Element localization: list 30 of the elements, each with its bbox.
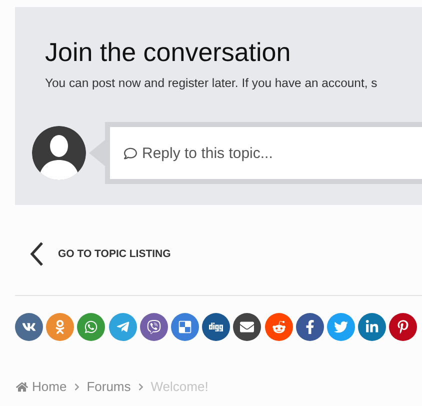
back-link[interactable]: GO TO TOPIC LISTING — [30, 241, 171, 267]
bird-icon — [334, 320, 348, 334]
linkedin-icon — [365, 320, 380, 334]
share-button[interactable] — [389, 313, 418, 341]
panel-title: Join the conversation — [45, 37, 291, 67]
reply-field[interactable]: Reply to this topic... — [105, 122, 422, 184]
avatar-icon — [32, 126, 86, 180]
share-button[interactable] — [202, 313, 230, 341]
pin-icon — [396, 320, 410, 334]
share-button[interactable] — [296, 313, 324, 341]
chevron-left-icon — [30, 241, 44, 267]
share-button[interactable] — [233, 313, 262, 341]
squares-icon — [178, 320, 192, 334]
breadcrumb-link[interactable]: Forums — [86, 379, 131, 394]
chevron-right-icon — [136, 382, 145, 390]
share-button[interactable] — [140, 313, 168, 341]
paper-plane-icon — [116, 320, 130, 334]
phone-icon — [146, 320, 161, 334]
alien-icon — [272, 320, 286, 334]
breadcrumb-link[interactable]: Home — [16, 379, 67, 394]
envelope-icon — [240, 320, 254, 334]
chevron-right-icon — [72, 382, 81, 390]
phone-bubble-icon — [84, 320, 98, 334]
comment-icon — [124, 146, 137, 160]
vk-logo-icon — [22, 320, 36, 334]
share-button[interactable] — [358, 313, 386, 341]
digg-logo-icon — [209, 320, 224, 334]
home-icon — [16, 380, 28, 392]
share-button[interactable] — [15, 313, 43, 341]
panel-subtitle: You can post now and register later. If you have an account, s — [45, 76, 378, 90]
